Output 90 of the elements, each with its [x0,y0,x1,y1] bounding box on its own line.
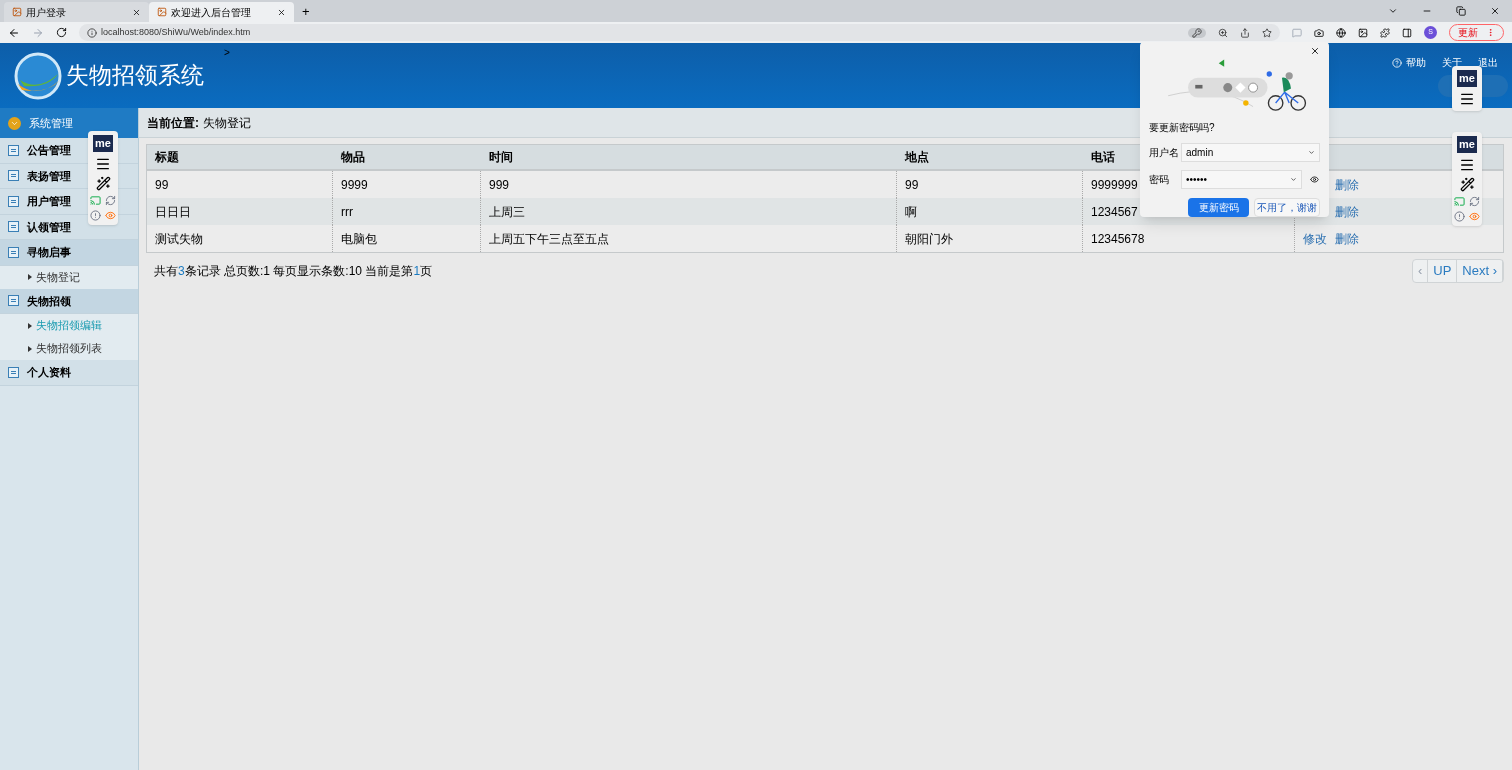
sidebar-item[interactable]: 个人资料 [0,360,138,386]
column-header: 时间 [489,149,513,166]
popup-title: 要更新密码吗? [1149,121,1216,135]
more-icon [1486,28,1495,37]
key-icon[interactable] [1192,27,1202,38]
share-icon[interactable] [1240,27,1250,38]
table-cell: 测试失物 [147,225,333,252]
bullet-icon [28,322,32,329]
password-label: 密码 [1149,173,1170,187]
menu-icon[interactable] [1459,91,1475,107]
column-header: 标题 [155,149,179,166]
list-icon [8,144,19,156]
page-icon [12,7,22,17]
pager-button[interactable]: UP [1428,260,1458,282]
menu-icon[interactable] [1459,157,1475,173]
list-icon [8,221,19,233]
tab-title: 用户登录 [26,5,67,20]
magic-wand-icon[interactable] [1459,177,1475,192]
header-link[interactable]: 退出 [1478,55,1498,70]
column-header: 物品 [341,149,365,166]
browser-tab[interactable]: 用户登录 [4,2,149,22]
globe-icon[interactable] [1336,27,1346,38]
table-cell: 电脑包 [333,225,481,252]
browser-tab[interactable]: 欢迎进入后台管理 [149,2,294,22]
table-cell: 12345678 [1083,225,1295,252]
header-link[interactable]: 帮助 [1392,55,1426,70]
table-cell: 朝阳门外 [897,225,1083,252]
tab-search-icon[interactable] [1388,6,1398,16]
close-icon[interactable] [277,7,286,17]
delete-link[interactable]: 删除 [1335,229,1359,248]
page-icon [157,7,167,17]
username-field[interactable]: admin [1181,143,1320,162]
marker-text: > [224,46,230,60]
sidebar-item[interactable]: 失物招领 [0,288,138,314]
list-icon [8,170,19,182]
dropdown-icon [8,116,21,130]
magic-wand-icon[interactable] [95,176,111,191]
address-bar[interactable]: localhost:8080/ShiWu/Web/index.htm [79,24,1280,41]
new-tab-button[interactable]: + [294,2,318,22]
password-field[interactable]: •••••• [1181,170,1302,189]
sidebar-heading[interactable]: 系统管理 [0,108,138,138]
close-icon[interactable] [132,7,141,17]
column-header: 地点 [905,149,929,166]
extension-logo[interactable]: me [1457,70,1477,87]
list-icon [8,295,19,307]
header-link[interactable]: 关于 [1442,55,1462,70]
extension-logo[interactable]: me [93,135,113,152]
help-icon [1392,57,1402,68]
restore-icon[interactable] [1456,6,1466,16]
record-summary: 共有3条记录 总页数:1 每页显示条数:10 当前是第1页 [153,263,433,280]
alert-icon[interactable] [90,210,101,221]
extensions-icon[interactable] [1380,27,1390,38]
close-icon[interactable] [1310,46,1320,56]
camera-icon[interactable] [1314,27,1324,38]
username-label: 用户名 [1149,146,1180,160]
image-icon[interactable] [1358,27,1368,38]
zoom-icon[interactable] [1218,27,1228,38]
column-header: 电话 [1091,149,1115,166]
bullet-icon [28,274,32,280]
bookmark-icon[interactable] [1262,27,1272,38]
table-cell: 上周五下午三点至五点 [481,225,897,252]
breadcrumb-value: 失物登记 [203,114,251,132]
list-icon [8,366,19,378]
refresh-icon[interactable] [105,195,116,206]
tab-title: 欢迎进入后台管理 [171,5,252,20]
edit-link[interactable]: 修改 [1303,229,1327,248]
url-text: localhost:8080/ShiWu/Web/index.htm [101,25,252,39]
back-icon[interactable] [8,26,20,39]
pager-button[interactable]: Next › [1457,260,1503,282]
list-icon [8,195,19,207]
sidebar-item[interactable]: 寻物启事 [0,240,138,266]
alert-icon[interactable] [1454,211,1465,222]
bullet-icon [28,345,32,352]
reload-icon[interactable] [56,27,67,38]
caret-icon [1308,149,1315,156]
extension-logo[interactable]: me [1457,136,1477,153]
delete-link[interactable]: 删除 [1335,202,1359,221]
close-window-icon[interactable] [1490,6,1500,16]
update-password-button[interactable]: 更新密码 [1188,198,1249,217]
refresh-icon[interactable] [1469,196,1480,207]
breadcrumb-label: 当前位置: [147,114,199,132]
dismiss-button[interactable]: 不用了，谢谢 [1254,198,1320,217]
menu-icon[interactable] [95,156,111,172]
eye-icon[interactable] [1310,175,1319,184]
list-icon [8,246,19,258]
caret-icon [1290,176,1297,183]
system-title: 失物招领系统 [66,61,204,91]
delete-link[interactable]: 删除 [1335,175,1359,194]
info-icon [87,27,97,38]
side-panel-icon[interactable] [1402,27,1412,38]
